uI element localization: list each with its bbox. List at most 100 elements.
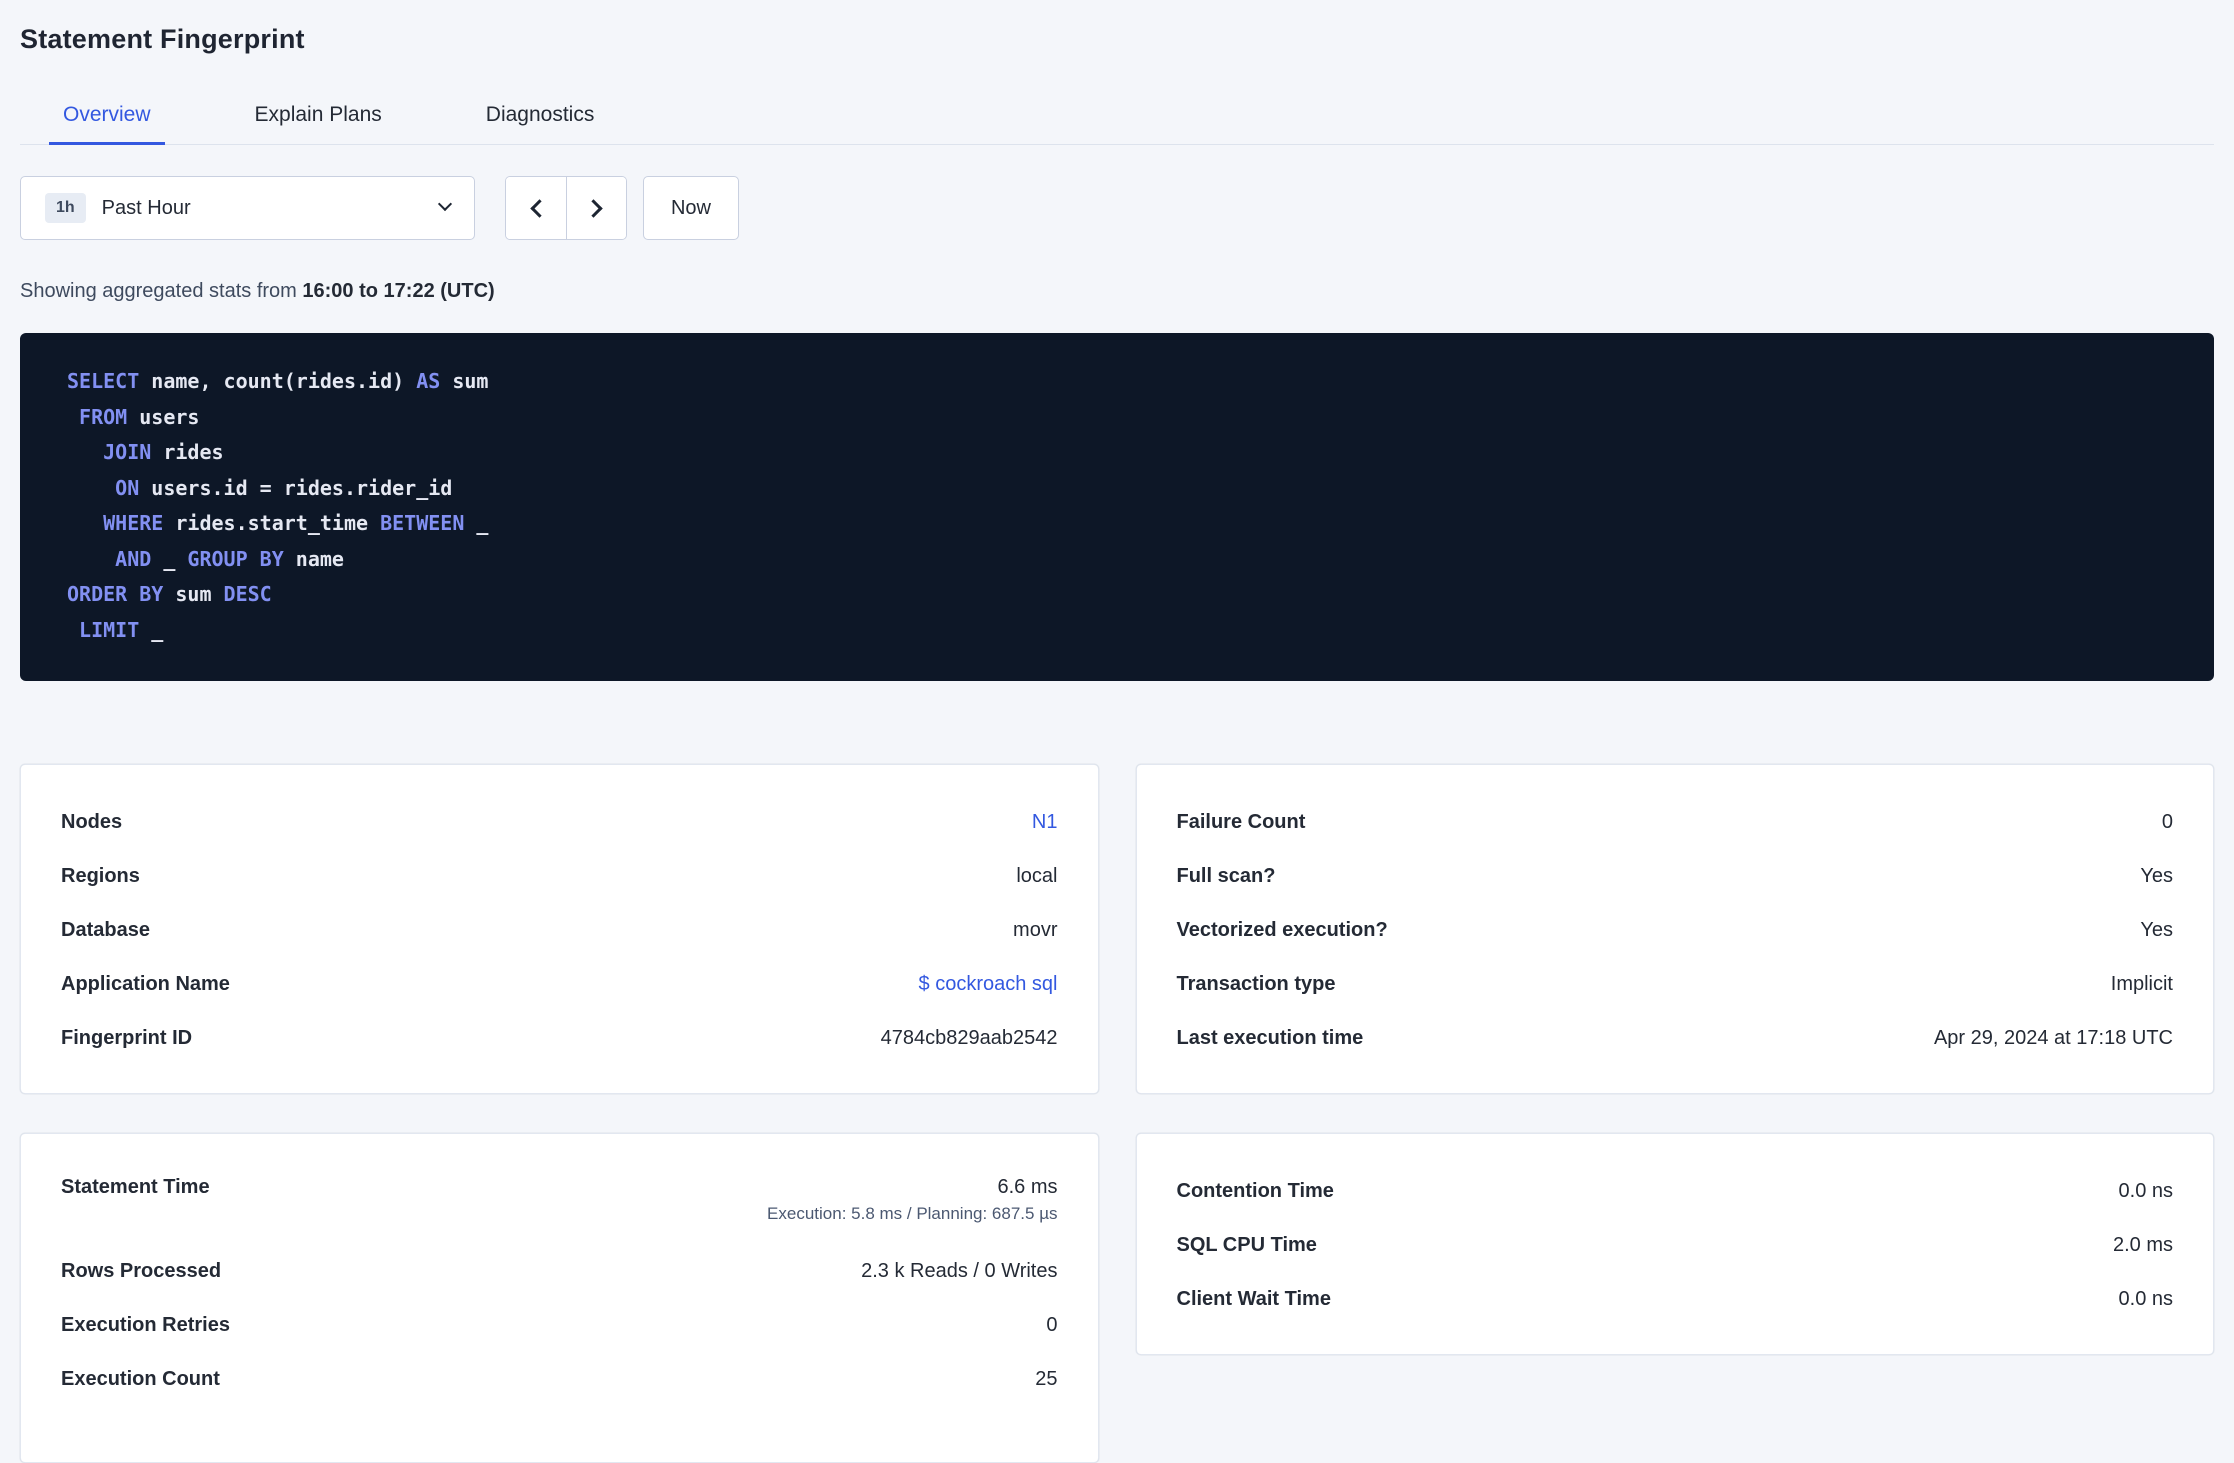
sql-keyword: ON <box>115 475 140 500</box>
stat-row: Statement Time 6.6 ms Execution: 5.8 ms / … <box>61 1164 1058 1244</box>
stat-label: Application Name <box>61 972 230 995</box>
stat-value: 0.0 ns <box>2118 1179 2173 1202</box>
stat-value-wrap: $ cockroach sql <box>919 973 1058 996</box>
sql-line: FROM users <box>67 400 2184 436</box>
sql-keyword: GROUP BY <box>187 546 284 571</box>
stat-value: 4784cb829aab2542 <box>880 1026 1058 1049</box>
stat-row: Regions local <box>61 849 1058 903</box>
sql-text: sum <box>163 582 224 606</box>
stat-row: Database movr <box>61 903 1058 957</box>
next-interval-button[interactable] <box>566 177 626 239</box>
stat-value-wrap: local <box>1016 865 1057 888</box>
sql-line: ON users.id = rides.rider_id <box>67 471 2184 507</box>
stat-value: 2.0 ms <box>2112 1233 2173 1256</box>
tab-diagnostics[interactable]: Diagnostics <box>472 89 609 144</box>
sql-text: rides <box>151 440 224 464</box>
stat-value: local <box>1016 864 1058 887</box>
stat-value: 0 <box>2161 810 2173 833</box>
stat-value-wrap: 0.0 ns <box>2119 1288 2173 1311</box>
chevron-right-icon <box>584 198 603 218</box>
sql-keyword: SELECT <box>67 369 140 393</box>
stat-label: Execution Retries <box>61 1313 230 1336</box>
stat-row: Rows Processed 2.3 k Reads / 0 Writes <box>61 1244 1058 1298</box>
sql-line: JOIN rides <box>67 435 2184 471</box>
stat-label: Last execution time <box>1176 1026 1364 1049</box>
sql-keyword: JOIN <box>103 440 152 464</box>
sql-line: SELECT name, count(rides.id) AS sum <box>67 364 2184 400</box>
stat-value-wrap: 0 <box>1046 1314 1057 1337</box>
prev-interval-button[interactable] <box>506 177 566 239</box>
stat-value-wrap: N1 <box>1032 811 1058 834</box>
stat-value: Implicit <box>2110 972 2173 995</box>
wait-times-card: Contention Time 0.0 ns SQL CPU Time 2.0 ms C… <box>1135 1133 2214 1355</box>
stat-label: Full scan? <box>1176 864 1276 887</box>
tab-explain-plans[interactable]: Explain Plans <box>241 89 396 144</box>
stat-label: Fingerprint ID <box>61 1026 193 1049</box>
stat-value-wrap: Implicit <box>2111 973 2173 996</box>
stat-value-wrap: Yes <box>2140 919 2173 942</box>
stat-label: Transaction type <box>1176 972 1336 995</box>
sql-text: sum <box>440 369 489 393</box>
stat-value-wrap: Apr 29, 2024 at 17:18 UTC <box>1934 1027 2173 1050</box>
page-title: Statement Fingerprint <box>20 24 305 54</box>
stat-row: Transaction type Implicit <box>1177 957 2174 1011</box>
stat-row: Nodes N1 <box>61 795 1058 849</box>
sql-text: _ <box>151 546 188 571</box>
time-range-select[interactable]: 1h Past Hour <box>20 176 475 240</box>
stat-row: Client Wait Time 0.0 ns <box>1177 1272 2174 1326</box>
stat-value-wrap: Yes <box>2140 865 2173 888</box>
stat-value-wrap: 4784cb829aab2542 <box>881 1027 1058 1050</box>
sql-text: name, count(rides.id) <box>139 369 417 393</box>
tab-overview[interactable]: Overview <box>49 89 165 145</box>
stat-value: 25 <box>1035 1367 1058 1390</box>
sql-keyword: AND <box>115 546 152 571</box>
time-controls: 1h Past Hour Now <box>20 176 2214 240</box>
stat-value-link[interactable]: N1 <box>1032 811 1058 833</box>
stat-label: Contention Time <box>1176 1179 1334 1202</box>
now-button[interactable]: Now <box>643 176 739 240</box>
stat-label: Statement Time <box>61 1176 210 1198</box>
stat-row: Contention Time 0.0 ns <box>1177 1164 2174 1218</box>
stat-row: Execution Retries 0 <box>61 1298 1058 1352</box>
stat-row: Vectorized execution? Yes <box>1177 903 2174 957</box>
stats-caption-range: 16:00 to 17:22 (UTC) <box>302 280 495 302</box>
sql-line: LIMIT _ <box>67 613 2184 649</box>
time-range-label: Past Hour <box>101 196 191 219</box>
sql-text: _ <box>464 511 489 535</box>
stat-row: Full scan? Yes <box>1177 849 2174 903</box>
sql-text: _ <box>139 617 164 642</box>
chevron-down-icon <box>437 196 453 212</box>
stat-row: Fingerprint ID 4784cb829aab2542 <box>61 1011 1058 1065</box>
sql-text: name <box>283 546 344 571</box>
sql-statement: SELECT name, count(rides.id) AS sum FROM… <box>20 333 2214 681</box>
stat-label: Rows Processed <box>61 1259 222 1282</box>
stat-value: 0.0 ns <box>2118 1287 2173 1310</box>
stat-value-wrap: 0 <box>2162 811 2173 834</box>
stat-value-wrap: 25 <box>1035 1368 1057 1391</box>
stats-caption-prefix: Showing aggregated stats from <box>20 280 303 302</box>
time-range-badge: 1h <box>45 193 86 223</box>
stat-value-link[interactable]: $ cockroach sql <box>919 973 1058 995</box>
statement-times-card: Statement Time 6.6 ms Execution: 5.8 ms / … <box>20 1133 1099 1463</box>
chevron-left-icon <box>529 198 549 218</box>
sql-keyword: ORDER BY <box>67 582 164 606</box>
stat-value: 6.6 ms <box>997 1176 1058 1198</box>
stat-value-wrap: 2.3 k Reads / 0 Writes <box>861 1260 1057 1283</box>
sql-line: WHERE rides.start_time BETWEEN _ <box>67 506 2184 542</box>
sql-keyword: DESC <box>223 582 272 606</box>
stat-row: SQL CPU Time 2.0 ms <box>1177 1218 2174 1272</box>
stats-caption: Showing aggregated stats from 16:00 to 1… <box>20 280 2214 303</box>
sql-keyword: LIMIT <box>79 617 140 642</box>
sql-keyword: BETWEEN <box>380 511 465 535</box>
stat-value: Apr 29, 2024 at 17:18 UTC <box>1933 1026 2173 1049</box>
stat-label: Database <box>61 918 150 941</box>
summary-cards-row-1: Nodes N1 Regions local Database movr Applicati… <box>20 764 2214 1094</box>
sql-line: ORDER BY sum DESC <box>67 577 2184 613</box>
stat-label: Regions <box>61 864 140 887</box>
stat-row: Last execution time Apr 29, 2024 at 17:18… <box>1177 1011 2174 1065</box>
